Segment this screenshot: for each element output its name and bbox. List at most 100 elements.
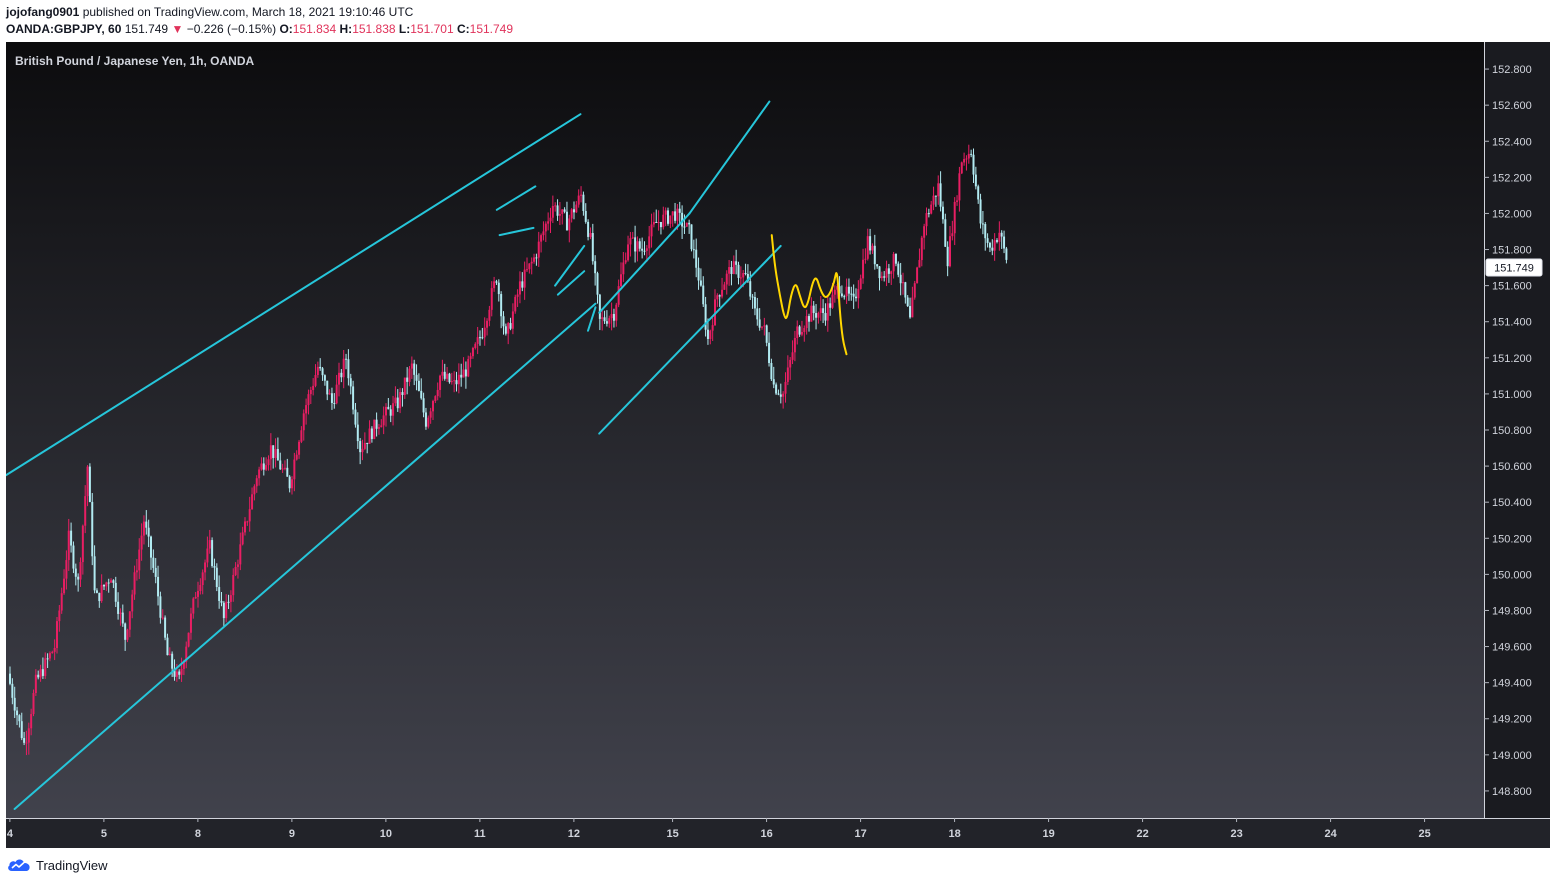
candle-body <box>189 613 192 633</box>
candle-body <box>542 231 545 236</box>
candle-body <box>970 153 973 155</box>
candle-body <box>330 393 333 403</box>
candle-body <box>810 305 813 322</box>
candle-body <box>641 248 644 251</box>
candle-body <box>159 596 162 618</box>
candle-body <box>312 385 315 390</box>
candle <box>187 632 190 648</box>
price-tick-label: 149.400 <box>1492 678 1532 690</box>
candle-body <box>511 311 514 329</box>
candle-body <box>768 342 771 364</box>
author-name[interactable]: jojofang0901 <box>6 5 79 19</box>
candle-body <box>504 326 507 334</box>
candle-body <box>316 366 319 375</box>
candle-body <box>507 323 510 334</box>
candle-body <box>580 194 583 196</box>
price-tick-label: 150.000 <box>1492 569 1532 581</box>
candle-body <box>385 406 387 416</box>
candle-body <box>617 286 620 305</box>
candle-body <box>758 319 761 328</box>
candle-body <box>279 460 282 470</box>
candle-body <box>44 658 47 676</box>
candle-body <box>859 278 862 289</box>
price-change: −0.226 (−0.15%) <box>186 22 277 36</box>
candle-body <box>739 277 742 279</box>
candle-body <box>638 241 641 249</box>
candle-body <box>434 396 437 402</box>
candle-body <box>570 209 573 219</box>
candle-body <box>946 246 949 267</box>
candle-body <box>255 478 258 487</box>
candle-body <box>596 273 599 295</box>
publication-info: jojofang0901 published on TradingView.co… <box>6 5 413 19</box>
candle-body <box>403 377 406 395</box>
plot-background <box>6 42 1484 818</box>
candle-body <box>894 253 897 264</box>
candle-body <box>963 159 966 163</box>
low-label: L: <box>398 22 411 36</box>
candle-body <box>880 276 883 279</box>
candle-body <box>582 194 585 211</box>
candle-body <box>685 222 688 227</box>
candle-body <box>67 530 70 561</box>
candle-body <box>422 398 425 413</box>
candle-body <box>850 293 853 295</box>
candle-body <box>140 535 143 550</box>
candle-body <box>201 572 204 586</box>
candle-body <box>756 308 759 320</box>
candle-body <box>150 536 152 558</box>
candle-body <box>558 213 561 216</box>
candle-body <box>455 380 458 385</box>
time-tick-label: 8 <box>195 828 201 840</box>
candle-body <box>852 293 855 297</box>
candle-body <box>817 312 820 318</box>
candle-body <box>124 623 127 640</box>
candle-body <box>671 211 674 216</box>
candle <box>164 615 167 641</box>
candle-body <box>415 374 418 381</box>
candle-body <box>222 602 225 619</box>
price-tick-label: 151.800 <box>1492 245 1532 257</box>
candle-body <box>248 509 251 522</box>
candle-body <box>549 217 552 222</box>
candle-body <box>521 281 524 288</box>
candle-body <box>930 204 933 214</box>
candle-body <box>30 714 33 729</box>
candle-body <box>241 532 244 545</box>
candle-body <box>657 221 660 223</box>
candle-body <box>77 576 80 580</box>
candle-body <box>133 572 136 595</box>
candle-body <box>775 384 778 394</box>
candle-body <box>450 381 453 383</box>
candle-body <box>105 582 108 587</box>
price-tick-label: 149.600 <box>1492 642 1532 654</box>
candle-body <box>690 224 693 250</box>
candle-body <box>361 448 364 453</box>
time-tick-label: 15 <box>666 828 678 840</box>
candle-body <box>1000 232 1003 237</box>
candle-body <box>916 267 919 284</box>
candle-body <box>154 567 157 577</box>
price-tick-label: 151.400 <box>1492 317 1532 329</box>
tradingview-logo[interactable]: TradingView <box>6 857 108 873</box>
price-tick-label: 152.400 <box>1492 136 1532 148</box>
candle-body <box>502 316 505 327</box>
candle-body <box>56 621 58 648</box>
candle-body <box>389 409 392 416</box>
candle-body <box>199 585 202 591</box>
candle-body <box>18 715 21 722</box>
candle-body <box>370 428 373 439</box>
candle-body <box>843 296 846 298</box>
candle-body <box>88 466 91 502</box>
candle-body <box>829 303 832 308</box>
candle-body <box>220 600 223 603</box>
candle-body <box>267 459 270 466</box>
price-chart[interactable]: British Pound / Japanese Yen, 1h, OANDA … <box>6 42 1550 848</box>
open-label: O: <box>279 22 293 36</box>
chart-frame[interactable]: British Pound / Japanese Yen, 1h, OANDA … <box>6 42 1550 848</box>
candle <box>916 266 919 284</box>
candle-body <box>152 557 155 568</box>
candle-body <box>84 496 87 526</box>
time-tick-label: 18 <box>948 828 960 840</box>
candle-body <box>81 525 84 563</box>
